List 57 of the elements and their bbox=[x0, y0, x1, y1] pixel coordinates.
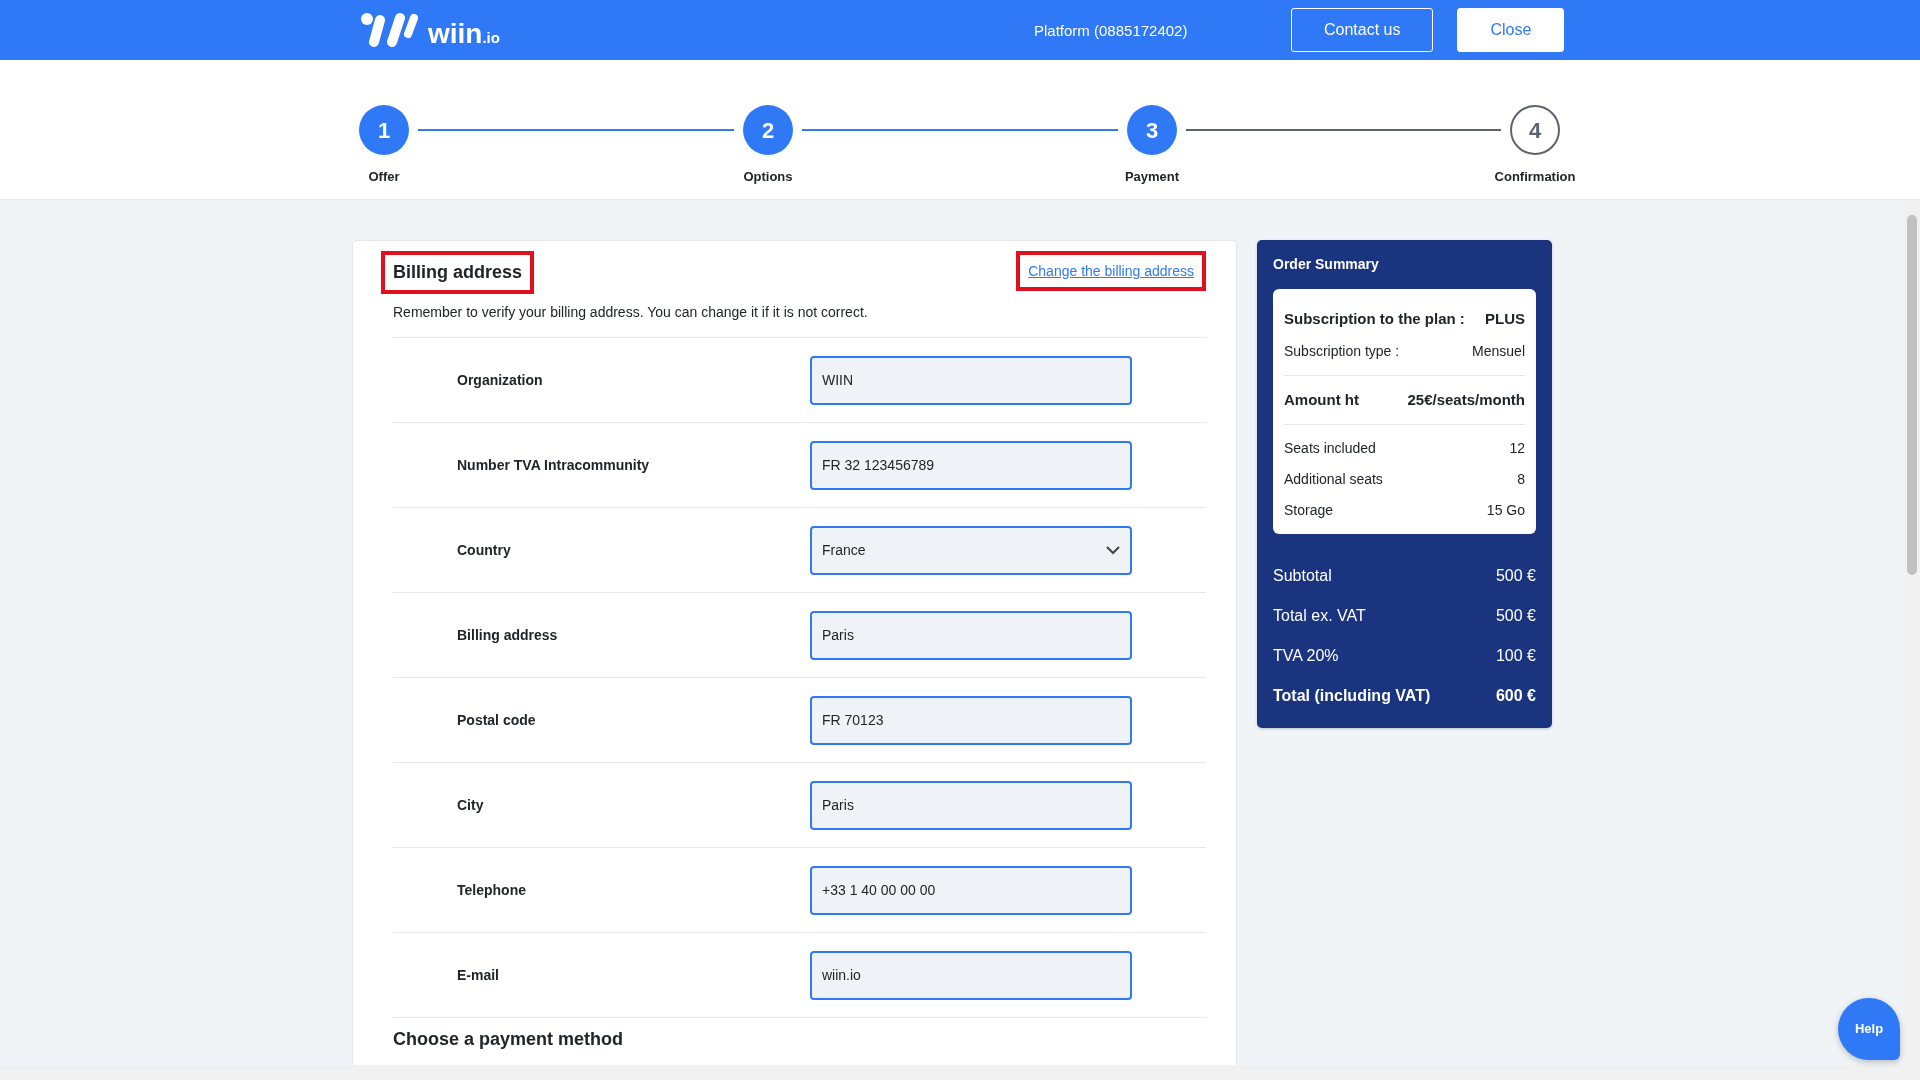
total-value: 100 € bbox=[1495, 646, 1536, 666]
field-label: Number TVA Intracommunity bbox=[456, 455, 651, 475]
panel-title: Order Summary bbox=[1273, 255, 1380, 274]
total-value: 600 € bbox=[1495, 686, 1536, 706]
summary-label: Seats included bbox=[1284, 439, 1376, 458]
header-button[interactable]: Close bbox=[1457, 8, 1565, 52]
summary-value: 12 bbox=[1509, 439, 1525, 458]
summary-value: PLUS bbox=[1485, 309, 1525, 329]
step-label: Options bbox=[743, 168, 793, 186]
input-field[interactable]: FR 70123 bbox=[810, 695, 1132, 745]
logo-icon bbox=[360, 12, 420, 48]
summary-value: 25€/seats/month bbox=[1407, 389, 1525, 410]
summary-label: Subscription type : bbox=[1284, 341, 1400, 361]
summary-label: Storage bbox=[1284, 501, 1334, 520]
input-field[interactable]: Paris bbox=[810, 780, 1132, 830]
input-field[interactable]: Paris bbox=[810, 610, 1132, 660]
total-value: 500 € bbox=[1495, 566, 1536, 586]
input-field[interactable]: +33 1 40 00 00 00 bbox=[810, 865, 1132, 915]
horizontal-scrollbar[interactable] bbox=[0, 1065, 1920, 1080]
summary-value: 8 bbox=[1517, 470, 1525, 489]
field-label: Postal code bbox=[456, 710, 537, 730]
section-title: Billing address bbox=[393, 262, 523, 282]
input-field[interactable]: FR 32 123456789 bbox=[810, 440, 1132, 490]
total-label: Subtotal bbox=[1273, 566, 1332, 586]
step-circle: 1 bbox=[359, 105, 409, 155]
step-circle: 2 bbox=[743, 105, 793, 155]
vertical-scrollbar[interactable] bbox=[1904, 200, 1920, 1065]
step-label: Payment bbox=[1124, 168, 1180, 186]
field-label: Organization bbox=[456, 370, 544, 390]
logo-text: wiin.io bbox=[428, 20, 500, 48]
step-label: Confirmation bbox=[1494, 168, 1576, 186]
input-field[interactable]: WIIN bbox=[810, 355, 1132, 405]
field-label: Country bbox=[456, 540, 512, 560]
total-value: 500 € bbox=[1495, 606, 1536, 626]
billing-note: Remember to verify your billing address. You can change it if it is not correct. bbox=[393, 302, 1206, 338]
summary-label: Subscription to the plan : bbox=[1284, 309, 1465, 329]
field-label: Billing address bbox=[456, 625, 559, 645]
summary-label: Additional seats bbox=[1284, 470, 1383, 489]
summary-label: Amount ht bbox=[1284, 389, 1359, 410]
field-label: E-mail bbox=[456, 965, 500, 985]
total-label: TVA 20% bbox=[1273, 646, 1339, 666]
summary-value: Mensuel bbox=[1472, 341, 1525, 361]
section-title: Choose a payment method bbox=[393, 1028, 625, 1051]
change-address-link[interactable]: Change the billing address bbox=[1028, 263, 1194, 279]
total-label: Total (including VAT) bbox=[1273, 686, 1431, 706]
input-field[interactable]: wiin.io bbox=[810, 950, 1132, 1000]
platform-phone: Platform (0885172402) bbox=[1034, 21, 1188, 41]
step-circle: 4 bbox=[1510, 105, 1560, 155]
summary-value: 15 Go bbox=[1486, 501, 1525, 520]
step-circle: 3 bbox=[1127, 105, 1177, 155]
country-select[interactable]: France bbox=[810, 525, 1132, 575]
total-label: Total ex. VAT bbox=[1273, 606, 1366, 626]
field-label: Telephone bbox=[456, 880, 527, 900]
header-button[interactable]: Contact us bbox=[1291, 8, 1434, 52]
field-label: City bbox=[456, 795, 485, 815]
step-label: Offer bbox=[368, 168, 400, 186]
chevron-down-icon bbox=[1106, 545, 1120, 555]
